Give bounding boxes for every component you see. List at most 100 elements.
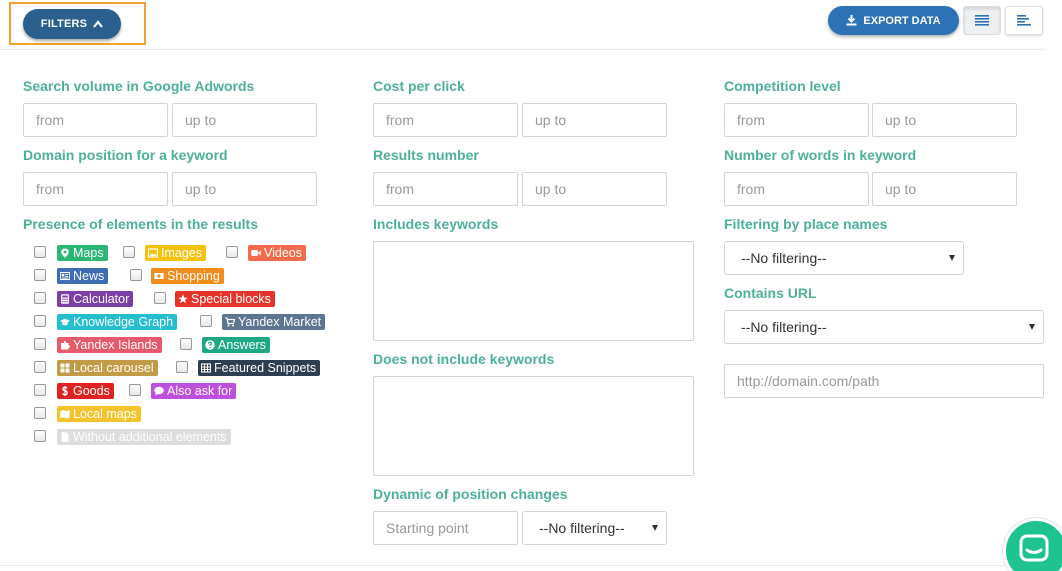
element-badge-label: Special blocks (191, 292, 271, 306)
element-checkbox[interactable] (130, 269, 142, 281)
element-badge[interactable]: Answers (202, 337, 270, 353)
contains-url-label: Contains URL (724, 285, 817, 301)
element-checkbox[interactable] (34, 246, 46, 258)
domain-position-from-input[interactable]: from (23, 172, 168, 206)
results-number-from-input[interactable]: from (373, 172, 518, 206)
search-volume-to-input[interactable]: up to (172, 103, 317, 137)
element-checkbox[interactable] (34, 338, 46, 350)
table-icon (201, 363, 211, 373)
words-count-from-input[interactable]: from (724, 172, 869, 206)
words-count-label: Number of words in keyword (724, 147, 917, 163)
export-label: EXPORT DATA (863, 14, 941, 27)
url-input[interactable]: http://domain.com/path (724, 364, 1044, 398)
results-number-to-input[interactable]: up to (522, 172, 667, 206)
domain-position-label: Domain position for a keyword (23, 147, 228, 163)
element-badge-label: Knowledge Graph (73, 315, 174, 329)
includes-keywords-textarea[interactable] (373, 241, 694, 341)
newspaper-icon (60, 271, 70, 281)
element-badge-label: Maps (73, 246, 104, 260)
element-badge[interactable]: Yandex Islands (57, 337, 162, 353)
element-badge-label: Local maps (73, 407, 137, 421)
element-checkbox[interactable] (200, 315, 212, 327)
align-left-icon (1017, 15, 1031, 26)
image-icon (148, 248, 158, 258)
chevron-up-icon (93, 20, 104, 28)
element-checkbox[interactable] (34, 407, 46, 419)
compact-view-button[interactable] (1005, 6, 1043, 35)
element-checkbox[interactable] (34, 384, 46, 396)
element-badge-label: Yandex Market (238, 315, 322, 329)
element-badge[interactable]: Videos (248, 245, 306, 261)
question-circle-icon (205, 340, 215, 350)
element-badge-label: Calculator (73, 292, 130, 306)
competition-from-input[interactable]: from (724, 103, 869, 137)
money-icon (154, 273, 164, 279)
starting-point-input[interactable]: Starting point (373, 511, 518, 545)
element-checkbox[interactable] (34, 430, 46, 442)
chat-button[interactable] (1003, 518, 1062, 571)
not-includes-keywords-textarea[interactable] (373, 376, 694, 476)
list-view-icon (975, 15, 989, 26)
element-checkbox[interactable] (176, 361, 188, 373)
element-checkbox[interactable] (34, 269, 46, 281)
element-badge[interactable]: Knowledge Graph (57, 314, 178, 330)
bottom-divider (0, 565, 1045, 566)
element-badge[interactable]: Also ask for (151, 383, 237, 399)
contains-url-select-value: --No filtering-- (741, 319, 827, 335)
element-badge[interactable]: Without additional elements (57, 429, 231, 445)
element-badge-label: Also ask for (167, 384, 233, 398)
element-badge-label: Goods (73, 384, 110, 398)
element-checkbox[interactable] (34, 292, 46, 304)
element-checkbox[interactable] (226, 246, 238, 258)
dynamic-label: Dynamic of position changes (373, 486, 568, 502)
caret-down-icon (1029, 324, 1035, 330)
element-badge[interactable]: Local maps (57, 406, 141, 422)
element-badge[interactable]: Maps (57, 245, 108, 261)
element-badge[interactable]: Special blocks (175, 291, 275, 307)
download-icon (846, 15, 857, 26)
words-count-to-input[interactable]: up to (872, 172, 1017, 206)
domain-position-to-input[interactable]: up to (172, 172, 317, 206)
element-badge-label: Yandex Islands (73, 338, 158, 352)
filters-toggle-button[interactable]: FILTERS (23, 9, 121, 39)
element-badge[interactable]: Goods (57, 383, 114, 399)
element-checkbox[interactable] (123, 246, 135, 258)
element-checkbox[interactable] (34, 315, 46, 327)
cpc-from-input[interactable]: from (373, 103, 518, 137)
competition-to-input[interactable]: up to (872, 103, 1017, 137)
search-volume-from-input[interactable]: from (23, 103, 168, 137)
map-icon (60, 410, 70, 419)
place-names-select[interactable]: --No filtering-- (724, 241, 964, 275)
filters-label: FILTERS (40, 18, 88, 30)
caret-down-icon (652, 525, 658, 531)
element-badge[interactable]: Calculator (57, 291, 134, 307)
element-badge-label: Featured Snippets (214, 361, 317, 375)
file-icon (61, 432, 69, 442)
export-data-button[interactable]: EXPORT DATA (828, 6, 959, 35)
chat-icon (1019, 534, 1049, 562)
contains-url-select[interactable]: --No filtering-- (724, 310, 1044, 344)
cpc-to-input[interactable]: up to (522, 103, 667, 137)
calculator-icon (61, 294, 69, 304)
comment-icon (154, 386, 164, 396)
place-names-select-value: --No filtering-- (741, 250, 827, 266)
element-badge[interactable]: Shopping (151, 268, 224, 284)
element-badge-label: Answers (218, 338, 266, 352)
element-checkbox[interactable] (180, 338, 192, 350)
element-badge[interactable]: Images (145, 245, 206, 261)
element-badge-label: Local carousel (73, 361, 154, 375)
element-badge[interactable]: Yandex Market (222, 314, 326, 330)
dollar-icon (62, 386, 68, 396)
element-checkbox[interactable] (34, 361, 46, 373)
element-badge[interactable]: News (57, 268, 109, 284)
list-view-button[interactable] (963, 6, 1001, 35)
search-volume-label: Search volume in Google Adwords (23, 78, 255, 94)
element-badge-label: Videos (264, 246, 302, 260)
element-checkbox[interactable] (129, 384, 141, 396)
element-badge[interactable]: Featured Snippets (198, 360, 321, 376)
element-checkbox[interactable] (154, 292, 166, 304)
element-badge[interactable]: Local carousel (57, 360, 158, 376)
puzzle-icon (61, 341, 70, 350)
dynamic-select[interactable]: --No filtering-- (522, 511, 667, 545)
caret-down-icon (949, 255, 955, 261)
